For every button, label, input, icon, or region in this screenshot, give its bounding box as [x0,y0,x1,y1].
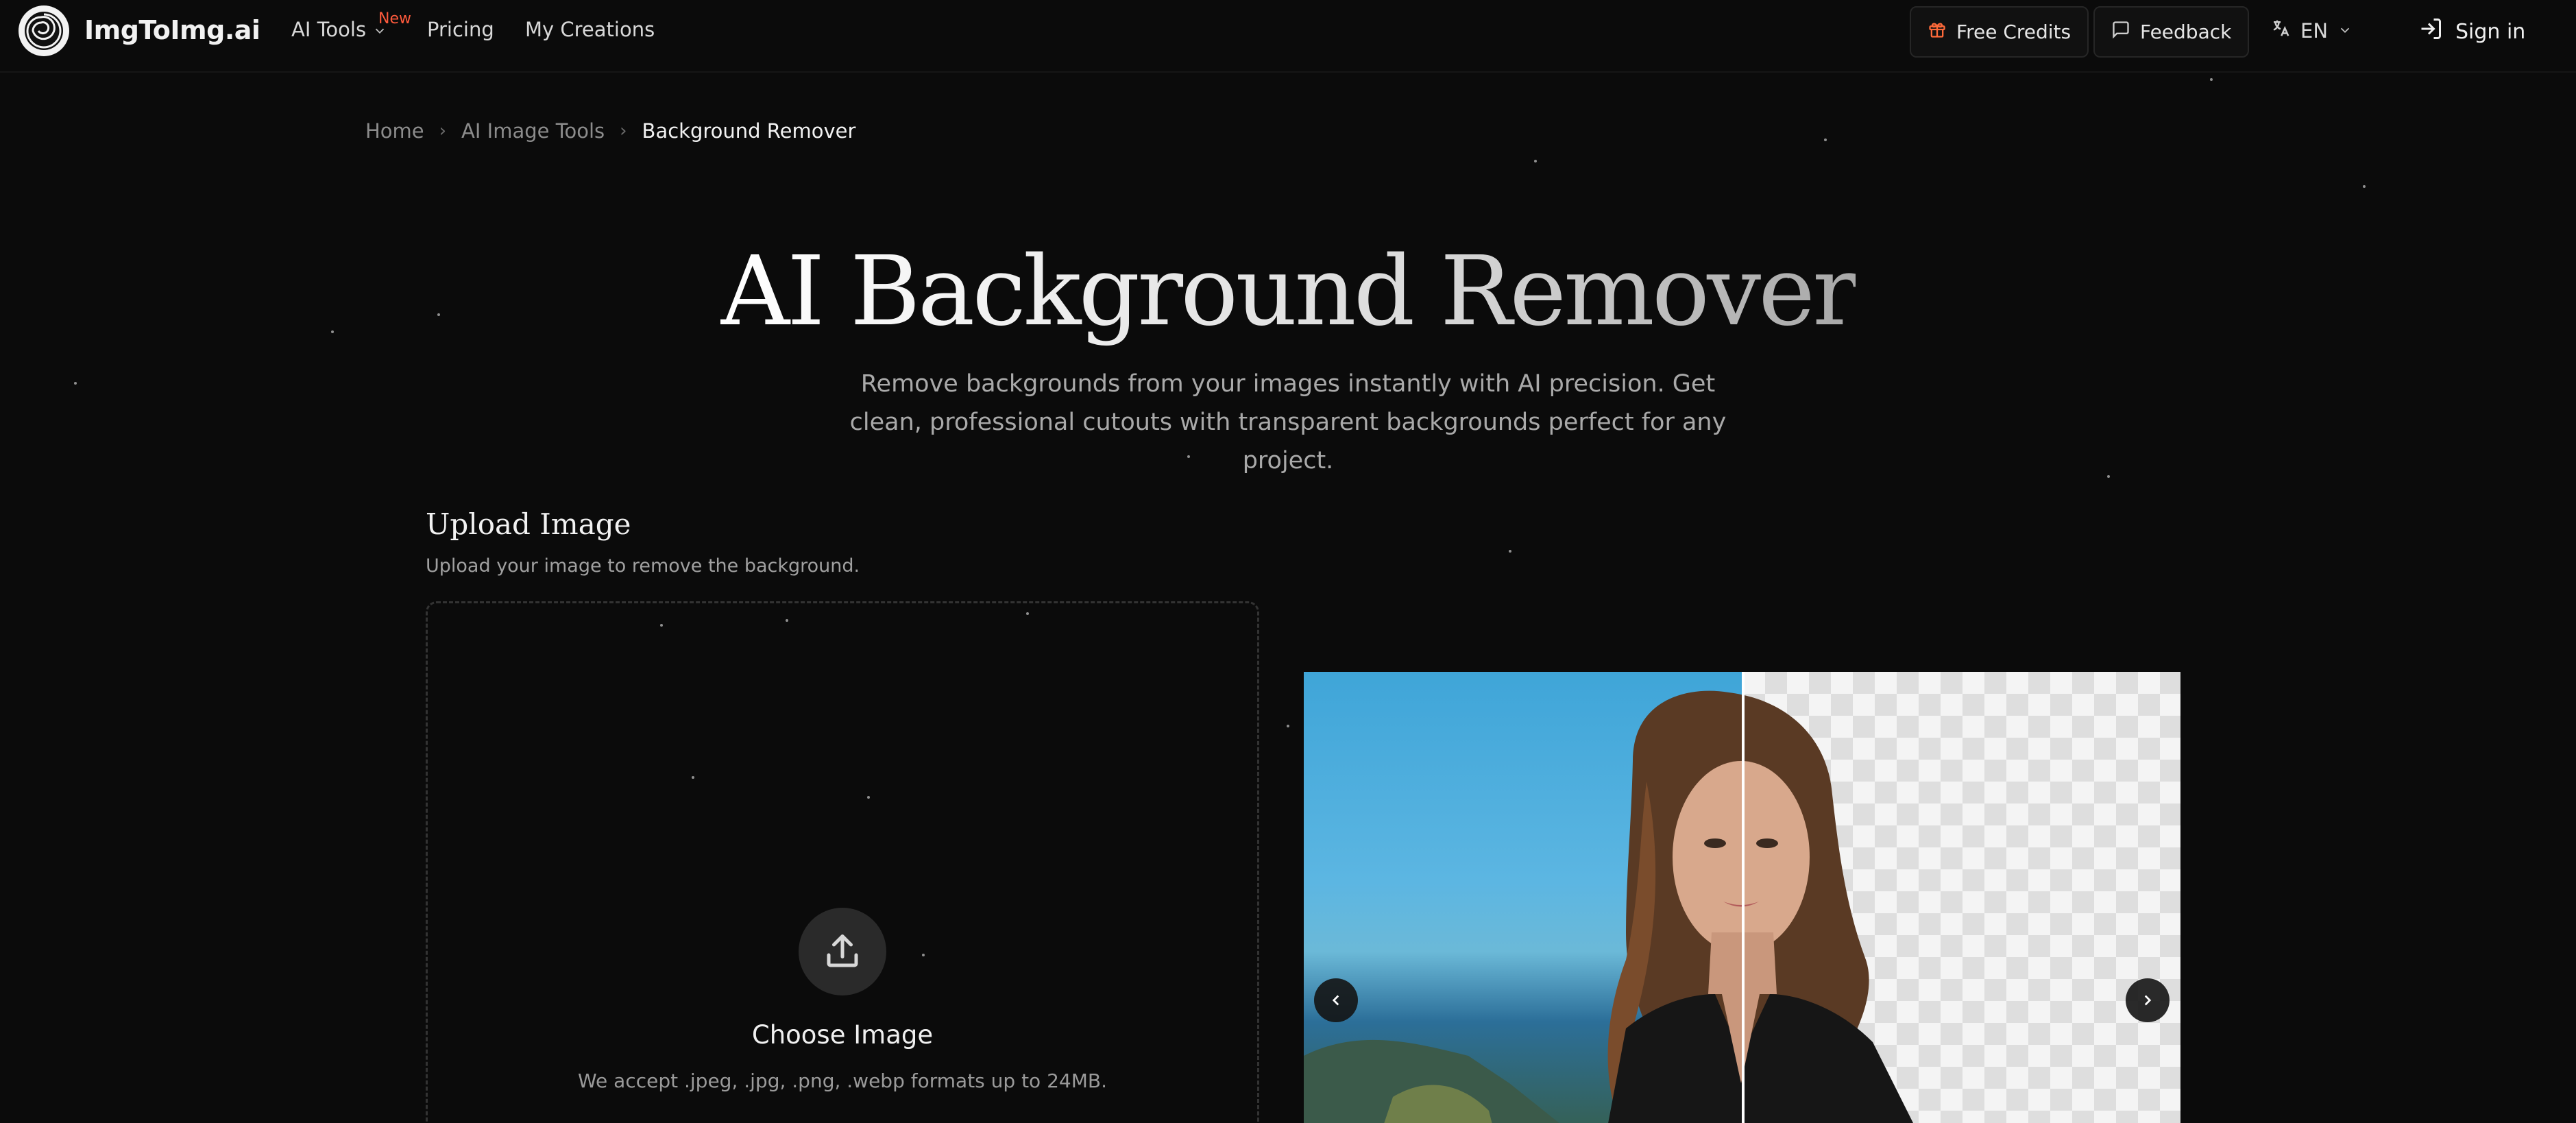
breadcrumb: Home › AI Image Tools › Background Remov… [365,119,855,143]
upload-section-description: Upload your image to remove the backgrou… [426,555,860,577]
star-decoration [1509,550,1511,553]
chevron-left-icon[interactable] [1314,978,1358,1022]
chevron-right-icon: › [620,121,627,141]
new-badge: New [378,10,411,27]
comparison-slider-divider[interactable] [1742,672,1745,1123]
brand-name[interactable]: ImgToImg.ai [84,15,260,45]
nav-ai-tools-label: AI Tools [291,18,367,41]
message-square-icon [2111,20,2130,44]
star-decoration [74,382,77,385]
page-title: AI Background Remover [0,236,2576,348]
star-decoration [1824,138,1827,141]
star-decoration [2107,475,2110,478]
feedback-button[interactable]: Feedback [2093,6,2250,58]
sign-in-button[interactable]: Sign in [2418,16,2525,47]
gift-icon [1928,20,1947,44]
language-label: EN [2300,19,2329,43]
breadcrumb-current: Background Remover [642,119,856,143]
star-decoration [2210,78,2213,81]
free-credits-button[interactable]: Free Credits [1910,6,2089,58]
breadcrumb-home[interactable]: Home [365,119,424,143]
page-subtitle: Remove backgrounds from your images inst… [849,370,1727,474]
translate-icon [2270,18,2291,43]
top-navbar: ImgToImg.ai AI Tools New Pricing My Crea… [0,0,2576,73]
breadcrumb-ai-image-tools[interactable]: AI Image Tools [461,119,605,143]
before-after-preview [1304,672,2180,1123]
feedback-label: Feedback [2140,21,2232,43]
chevron-down-icon [2337,19,2353,43]
sign-in-label: Sign in [2455,19,2526,44]
nav-my-creations[interactable]: My Creations [525,18,655,41]
spiral-logo-icon[interactable] [19,5,69,56]
upload-section-title: Upload Image [426,507,631,541]
page-title-text: AI Background Remover [720,236,1858,348]
star-decoration [1534,160,1537,162]
language-selector[interactable]: EN [2270,18,2353,43]
log-in-icon [2418,16,2443,47]
nav-ai-tools[interactable]: AI Tools [291,18,387,41]
star-decoration [1287,725,1289,727]
nav-pricing[interactable]: Pricing [427,18,494,41]
free-credits-label: Free Credits [1956,21,2071,43]
star-decoration [2363,185,2366,188]
upload-icon[interactable] [799,908,886,995]
chevron-right-icon[interactable] [2126,978,2170,1022]
chevron-right-icon: › [439,121,447,141]
